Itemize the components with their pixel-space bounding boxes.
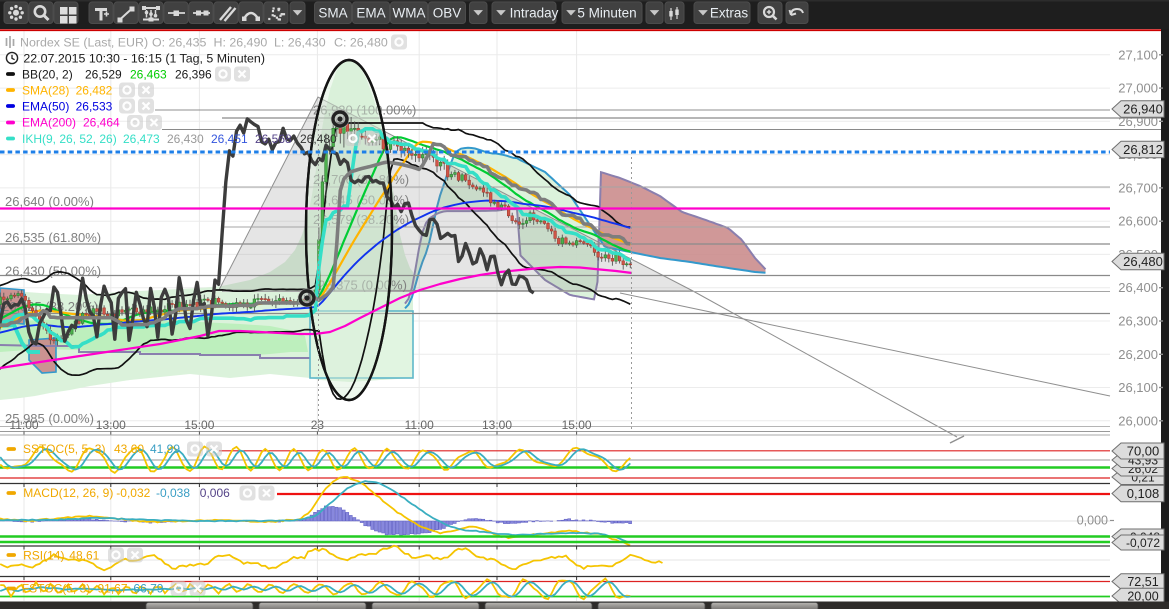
svg-text:Intraday: Intraday <box>510 6 559 21</box>
svg-text:RSI(14): RSI(14) <box>23 548 64 562</box>
svg-text:48,61: 48,61 <box>69 548 99 562</box>
svg-text:15:00: 15:00 <box>184 418 214 432</box>
svg-text:27,100: 27,100 <box>1118 47 1158 62</box>
svg-text:13:00: 13:00 <box>96 418 126 432</box>
svg-text:26,396: 26,396 <box>175 67 212 81</box>
svg-text:26,480: 26,480 <box>300 132 337 146</box>
svg-text:26,100: 26,100 <box>1118 380 1158 395</box>
svg-text:IKH(9, 26, 52, 26): IKH(9, 26, 52, 26) <box>22 132 117 146</box>
svg-text:43,60: 43,60 <box>114 442 144 456</box>
svg-text:-0,038: -0,038 <box>156 486 190 500</box>
svg-text:EMA: EMA <box>356 6 385 21</box>
svg-text:26,533: 26,533 <box>76 99 113 113</box>
svg-text:26,400: 26,400 <box>1118 280 1158 295</box>
svg-text:13:00: 13:00 <box>482 418 512 432</box>
svg-text:C: 26,480: C: 26,480 <box>334 35 388 49</box>
svg-text:26,568: 26,568 <box>255 132 292 146</box>
svg-text:Nordex SE (Last, EUR): Nordex SE (Last, EUR) <box>20 35 148 49</box>
svg-text:11:00: 11:00 <box>405 418 434 432</box>
svg-text:MACD(12, 26, 9): MACD(12, 26, 9) <box>23 486 113 500</box>
svg-text:EMA(200): EMA(200) <box>22 116 76 130</box>
svg-text:5 Minuten: 5 Minuten <box>577 6 636 21</box>
svg-text:OBV: OBV <box>433 6 462 21</box>
svg-text:26,430 (50.00%): 26,430 (50.00%) <box>5 264 101 279</box>
svg-text:SMA: SMA <box>318 6 347 21</box>
svg-text:L: 26,430: L: 26,430 <box>274 35 326 49</box>
svg-text:-0,032: -0,032 <box>116 486 150 500</box>
svg-text:H: 26,490: H: 26,490 <box>214 35 268 49</box>
svg-text:66,79: 66,79 <box>133 582 163 596</box>
svg-text:20,00: 20,00 <box>1127 590 1158 604</box>
svg-text:BB(20, 2): BB(20, 2) <box>22 67 73 81</box>
svg-text:26,940: 26,940 <box>1123 102 1163 117</box>
svg-text:26,640 (0.00%): 26,640 (0.00%) <box>5 194 94 209</box>
svg-text:91,67: 91,67 <box>98 582 128 596</box>
svg-text:26,430: 26,430 <box>167 132 204 146</box>
svg-text:26,451: 26,451 <box>211 132 248 146</box>
svg-text:15:00: 15:00 <box>562 418 592 432</box>
svg-text:26,473: 26,473 <box>123 132 160 146</box>
svg-text:WMA: WMA <box>393 6 426 21</box>
svg-text:Extras: Extras <box>710 6 749 21</box>
svg-text:26,535 (61.80%): 26,535 (61.80%) <box>5 230 101 245</box>
svg-text:SSTOC(5, 5, 3): SSTOC(5, 5, 3) <box>23 442 105 456</box>
svg-text:O: 26,435: O: 26,435 <box>152 35 207 49</box>
svg-text:0,108: 0,108 <box>1127 486 1160 501</box>
svg-text:22.07.2015 10:30 - 16:15 (1 Ta: 22.07.2015 10:30 - 16:15 (1 Tag, 5 Minut… <box>23 51 265 65</box>
svg-text:26,300: 26,300 <box>1118 314 1158 329</box>
svg-text:72,51: 72,51 <box>1127 575 1158 589</box>
svg-text:26,463: 26,463 <box>130 67 167 81</box>
svg-text:26,200: 26,200 <box>1118 347 1158 362</box>
svg-text:26,480: 26,480 <box>1123 254 1163 269</box>
svg-text:SMA(28): SMA(28) <box>22 83 69 97</box>
svg-text:0,006: 0,006 <box>200 486 230 500</box>
svg-text:11:00: 11:00 <box>9 418 38 432</box>
svg-text:26,600: 26,600 <box>1118 214 1158 229</box>
svg-text:26,812: 26,812 <box>1123 142 1163 157</box>
svg-text:26,482: 26,482 <box>76 83 113 97</box>
svg-text:70,00: 70,00 <box>1127 444 1160 459</box>
svg-text:41,99: 41,99 <box>150 442 180 456</box>
svg-text:26,464: 26,464 <box>83 116 120 130</box>
svg-text:EMA(50): EMA(50) <box>22 99 69 113</box>
svg-text:0,000: 0,000 <box>1077 514 1108 528</box>
svg-text:26,700: 26,700 <box>1118 180 1158 195</box>
svg-text:26,529: 26,529 <box>85 67 122 81</box>
svg-text:FSTOC(5, 3): FSTOC(5, 3) <box>22 582 90 596</box>
svg-text:27,000: 27,000 <box>1118 81 1158 96</box>
svg-text:-0,072: -0,072 <box>1126 536 1160 550</box>
svg-text:26,000: 26,000 <box>1118 413 1158 428</box>
svg-text:23: 23 <box>311 418 325 432</box>
